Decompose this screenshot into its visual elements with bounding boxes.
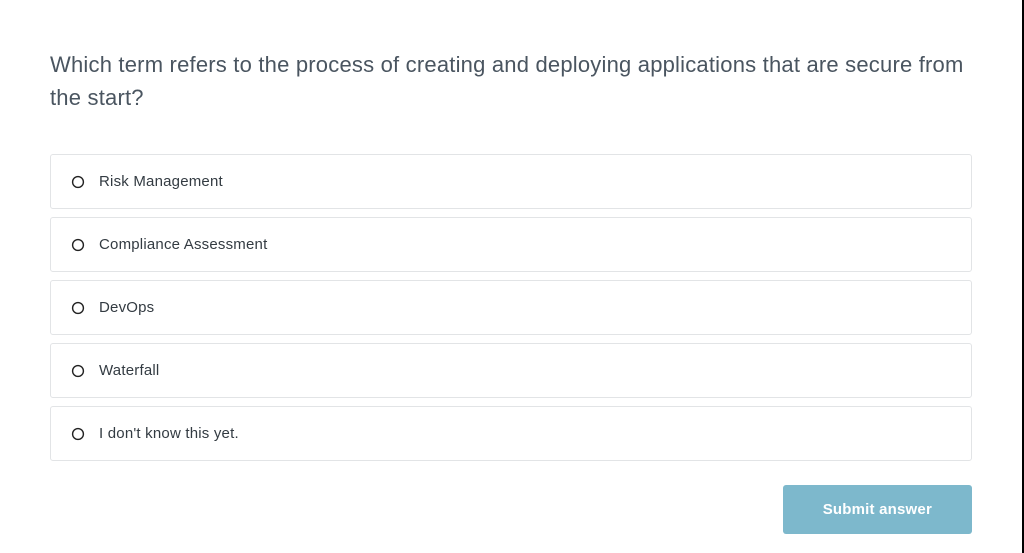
submit-button[interactable]: Submit answer [783,485,972,534]
option-risk-management[interactable]: Risk Management [50,154,972,209]
option-waterfall[interactable]: Waterfall [50,343,972,398]
question-text: Which term refers to the process of crea… [50,48,972,114]
option-devops[interactable]: DevOps [50,280,972,335]
option-label: Risk Management [99,173,223,190]
radio-unchecked-icon [71,238,85,252]
options-list: Risk Management Compliance Assessment De… [50,154,972,461]
radio-unchecked-icon [71,427,85,441]
radio-unchecked-icon [71,301,85,315]
radio-unchecked-icon [71,364,85,378]
option-compliance-assessment[interactable]: Compliance Assessment [50,217,972,272]
radio-unchecked-icon [71,175,85,189]
option-label: I don't know this yet. [99,425,239,442]
option-label: DevOps [99,299,154,316]
option-label: Waterfall [99,362,159,379]
quiz-container: Which term refers to the process of crea… [0,0,1022,534]
option-label: Compliance Assessment [99,236,267,253]
submit-row: Submit answer [50,485,972,534]
option-dont-know[interactable]: I don't know this yet. [50,406,972,461]
